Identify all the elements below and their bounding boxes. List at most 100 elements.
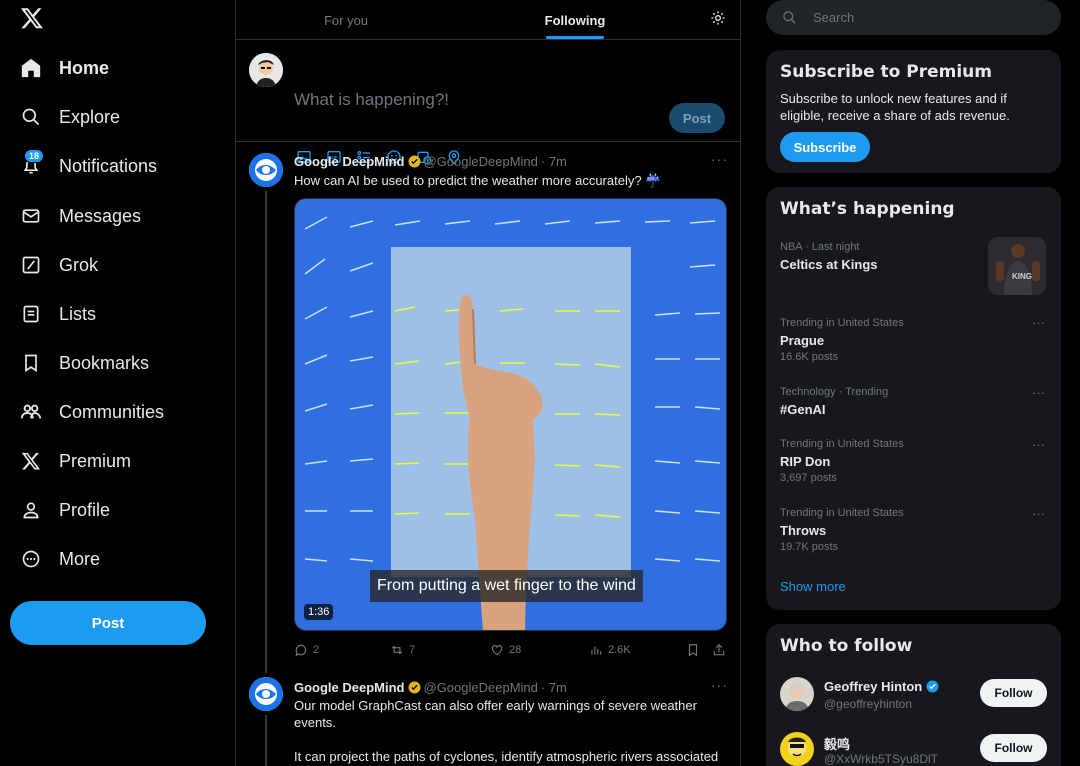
author-handle[interactable]: @GoogleDeepMind bbox=[424, 154, 538, 169]
avatar[interactable] bbox=[249, 53, 283, 87]
views-button[interactable]: 2.6K bbox=[589, 643, 631, 657]
timeline: For you Following What is happening?! GI… bbox=[235, 0, 741, 766]
nav-label: Lists bbox=[59, 303, 97, 324]
video-caption: From putting a wet finger to the wind bbox=[370, 570, 643, 602]
nav-label: More bbox=[59, 548, 101, 569]
tweet-header: Google DeepMind @GoogleDeepMind · 7m bbox=[294, 680, 567, 695]
nav-label: Grok bbox=[59, 254, 99, 275]
reply-icon bbox=[295, 644, 307, 657]
repost-button[interactable]: 7 bbox=[390, 643, 415, 657]
show-more-link[interactable]: Show more bbox=[780, 579, 846, 594]
author-name[interactable]: Google DeepMind bbox=[294, 154, 405, 169]
bell-icon: 18 bbox=[20, 149, 45, 177]
like-count: 28 bbox=[509, 644, 522, 656]
share-icon bbox=[713, 643, 725, 656]
more-options-icon[interactable]: ··· bbox=[1032, 385, 1045, 400]
follow-suggestion[interactable]: 毅鸣 @XxWrkb5TSyu8DlT Follow bbox=[780, 732, 1050, 766]
repost-count: 7 bbox=[409, 644, 416, 656]
nav-notifications[interactable]: 18 Notifications bbox=[20, 149, 157, 181]
x-logo-icon bbox=[20, 450, 42, 472]
nav-grok[interactable]: Grok bbox=[20, 250, 98, 280]
nav-home[interactable]: Home bbox=[20, 53, 109, 83]
nav-label: Messages bbox=[59, 205, 142, 226]
nav-bookmarks[interactable]: Bookmarks bbox=[20, 348, 149, 378]
author-handle[interactable]: @GoogleDeepMind bbox=[424, 680, 538, 695]
follow-name-row: 毅鸣 bbox=[824, 734, 850, 753]
search-icon bbox=[783, 11, 796, 24]
trend-item[interactable]: Technology · Trending #GenAI bbox=[780, 385, 1050, 417]
trend-meta: Trending in United States bbox=[780, 317, 904, 329]
nav-explore[interactable]: Explore bbox=[20, 102, 120, 132]
user-name: Geoffrey Hinton bbox=[824, 679, 923, 694]
trend-name: #GenAI bbox=[780, 402, 826, 417]
author-name[interactable]: Google DeepMind bbox=[294, 680, 405, 695]
nav-label: Bookmarks bbox=[59, 352, 150, 373]
share-button[interactable] bbox=[712, 643, 731, 657]
bookmark-icon bbox=[688, 644, 698, 657]
nav-label: Home bbox=[59, 57, 110, 78]
tab-following[interactable]: Following bbox=[456, 0, 694, 40]
nav-label: Premium bbox=[59, 450, 132, 471]
gear-icon[interactable] bbox=[710, 10, 726, 26]
active-tab-indicator bbox=[546, 36, 604, 39]
follow-suggestion[interactable]: Geoffrey Hinton @geoffreyhinton Follow bbox=[780, 677, 1050, 717]
search-bar[interactable]: Search bbox=[766, 0, 1061, 35]
avatar[interactable] bbox=[780, 732, 814, 766]
whats-happening-card: What’s happening NBA · Last night Celtic… bbox=[766, 187, 1061, 610]
tweet-video[interactable]: From putting a wet finger to the wind 1:… bbox=[294, 198, 727, 631]
tweet-text: It can project the paths of cyclones, id… bbox=[294, 749, 719, 764]
avatar[interactable] bbox=[780, 677, 814, 711]
more-options-icon[interactable]: ··· bbox=[1032, 506, 1045, 521]
avatar[interactable] bbox=[249, 153, 283, 187]
nav-label: Profile bbox=[59, 499, 111, 520]
trend-item[interactable]: Trending in United States Throws 19.7K p… bbox=[780, 506, 1050, 553]
tweet[interactable]: Google DeepMind @GoogleDeepMind · 7m ···… bbox=[236, 677, 740, 766]
composer-post-button[interactable]: Post bbox=[669, 103, 725, 133]
tweet-time[interactable]: · 7m bbox=[541, 680, 567, 695]
tweet[interactable]: Google DeepMind @GoogleDeepMind · 7m ···… bbox=[236, 143, 740, 673]
avatar[interactable] bbox=[249, 677, 283, 711]
more-options-icon[interactable]: ··· bbox=[711, 677, 728, 693]
tweet-time[interactable]: · 7m bbox=[541, 154, 567, 169]
nav-more[interactable]: More bbox=[20, 544, 100, 574]
follow-button[interactable]: Follow bbox=[980, 734, 1047, 762]
reply-button[interactable]: 2 bbox=[294, 643, 319, 657]
post-button[interactable]: Post bbox=[10, 601, 206, 645]
x-logo-icon[interactable] bbox=[20, 6, 44, 30]
trend-item[interactable]: Trending in United States RIP Don 3,697 … bbox=[780, 437, 1050, 484]
user-handle: @XxWrkb5TSyu8DlT bbox=[824, 752, 938, 766]
person-icon bbox=[20, 499, 42, 521]
search-icon bbox=[20, 106, 42, 128]
nav-profile[interactable]: Profile bbox=[20, 495, 110, 525]
repost-icon bbox=[391, 645, 403, 655]
subscribe-button[interactable]: Subscribe bbox=[780, 132, 870, 162]
reply-count: 2 bbox=[313, 644, 320, 656]
notification-badge: 18 bbox=[24, 149, 45, 163]
follow-name-row: Geoffrey Hinton bbox=[824, 679, 942, 694]
trend-meta: Trending in United States bbox=[780, 507, 904, 519]
composer-input[interactable]: What is happening?! bbox=[294, 90, 449, 110]
tweet-text: How can AI be used to predict the weathe… bbox=[294, 173, 662, 188]
trend-meta: Technology · Trending bbox=[780, 386, 889, 398]
premium-title: Subscribe to Premium bbox=[780, 62, 992, 82]
bookmark-icon bbox=[20, 352, 42, 374]
more-options-icon[interactable]: ··· bbox=[711, 151, 728, 167]
follow-button[interactable]: Follow bbox=[980, 679, 1047, 707]
more-options-icon[interactable]: ··· bbox=[1032, 315, 1045, 330]
video-duration: 1:36 bbox=[304, 604, 334, 620]
more-options-icon[interactable]: ··· bbox=[1032, 437, 1045, 452]
nav-label: Explore bbox=[59, 106, 121, 127]
nav-lists[interactable]: Lists bbox=[20, 299, 96, 329]
composer: What is happening?! GIF Post bbox=[236, 40, 740, 165]
nav-communities[interactable]: Communities bbox=[20, 397, 164, 427]
bookmark-button[interactable] bbox=[686, 643, 705, 657]
search-input[interactable]: Search bbox=[813, 10, 854, 25]
premium-card: Subscribe to Premium Subscribe to unlock… bbox=[766, 50, 1061, 173]
like-button[interactable]: 28 bbox=[490, 643, 521, 657]
nav-premium[interactable]: Premium bbox=[20, 446, 131, 476]
verified-gold-icon bbox=[408, 155, 420, 168]
tab-for-you[interactable]: For you bbox=[236, 0, 456, 40]
views-icon bbox=[591, 646, 602, 655]
trend-item[interactable]: Trending in United States Prague 16.6K p… bbox=[780, 316, 1050, 363]
nav-messages[interactable]: Messages bbox=[20, 201, 141, 231]
